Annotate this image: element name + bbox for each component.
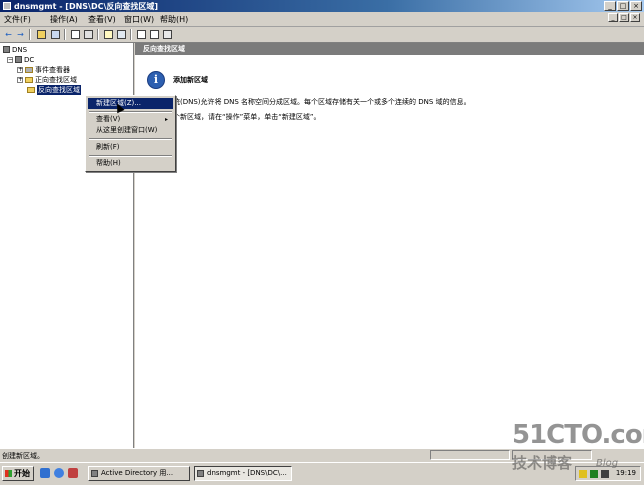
close-button[interactable]: ×: [630, 1, 642, 11]
tree-item-forward-zones[interactable]: + 正向查找区域: [17, 75, 77, 84]
ctx-new-window[interactable]: 从这里创建窗口(W): [88, 125, 173, 136]
refresh-icon[interactable]: [84, 30, 93, 39]
tree-item-dns[interactable]: DNS: [3, 45, 27, 54]
internet-explorer-icon[interactable]: [54, 468, 64, 478]
dns-icon: [197, 470, 204, 477]
expand-icon[interactable]: +: [17, 66, 23, 73]
task-dnsmgmt[interactable]: dnsmgmt - [DNS\DC\...: [194, 466, 292, 481]
window-controls: _ □ ×: [604, 1, 642, 11]
up-folder-icon[interactable]: [37, 30, 46, 39]
show-tree-icon[interactable]: [51, 30, 60, 39]
mdi-close-button[interactable]: ×: [630, 13, 640, 22]
ctx-view[interactable]: 查看(V) ▸: [88, 114, 173, 125]
tree-item-label: 正向查找区域: [35, 75, 77, 84]
tree-item-label: DC: [24, 55, 35, 64]
menu-separator: [89, 155, 172, 157]
task-label: dnsmgmt - [DNS\DC\...: [207, 469, 287, 477]
toolbar: ← →: [0, 27, 644, 43]
task-active-directory[interactable]: Active Directory 用...: [88, 466, 190, 481]
status-segment: [430, 450, 510, 460]
expand-icon[interactable]: +: [17, 76, 23, 83]
status-text: 创建新区域。: [2, 452, 44, 460]
server-icon: [15, 56, 22, 63]
event-viewer-icon: [25, 66, 33, 73]
network-icon[interactable]: [590, 470, 598, 478]
window-title: dnsmgmt - [DNS\DC\反向查找区域]: [14, 2, 159, 11]
context-menu: 新建区域(Z)... 查看(V) ▸ 从这里创建窗口(W) 刷新(F) 帮助(H…: [85, 95, 176, 172]
folder-icon: [27, 86, 35, 93]
help-icon[interactable]: [104, 30, 113, 39]
menu-window[interactable]: 窗口(W): [124, 14, 154, 25]
pane-header: 反向查找区域: [135, 43, 644, 55]
ctx-view-label: 查看(V): [96, 115, 121, 123]
quick-launch-icon[interactable]: [68, 468, 78, 478]
title-bar[interactable]: dnsmgmt - [DNS\DC\反向查找区域] _ □ ×: [0, 0, 644, 12]
collapse-icon[interactable]: −: [7, 56, 13, 63]
task-label: Active Directory 用...: [101, 469, 174, 477]
export-list-icon[interactable]: [117, 30, 126, 39]
forward-icon[interactable]: →: [15, 29, 26, 40]
server-icon[interactable]: [137, 30, 146, 39]
minimize-button[interactable]: _: [604, 1, 616, 11]
warning-icon[interactable]: [579, 470, 587, 478]
info-icon: i: [147, 71, 165, 89]
maximize-button[interactable]: □: [617, 1, 629, 11]
menu-separator: [89, 138, 172, 140]
mdi-controls: _ □ ×: [608, 13, 640, 22]
info-description: 统(DNS)允许将 DNS 名称空间分成区域。每个区域存储有关一个或多个连续的 …: [173, 98, 471, 106]
list-view-icon[interactable]: [150, 30, 159, 39]
menu-action[interactable]: 操作(A): [50, 14, 78, 25]
tree-item-dc[interactable]: − DC: [7, 55, 34, 64]
toolbar-separator: [130, 29, 132, 40]
watermark-label: 技术博客: [512, 454, 573, 472]
tree-item-label: 反向查找区域: [37, 84, 81, 95]
app-icon: [3, 2, 11, 10]
mdi-restore-button[interactable]: □: [619, 13, 629, 22]
watermark-blog: Blog: [596, 458, 619, 469]
info-instruction: 个新区域，请在“操作”菜单，单击“新建区域”。: [173, 113, 321, 121]
back-icon[interactable]: ←: [3, 29, 14, 40]
details-pane: 反向查找区域 i 添加新区域 统(DNS)允许将 DNS 名称空间分成区域。每个…: [135, 43, 644, 448]
tree-item-reverse-zones[interactable]: 反向查找区域: [27, 84, 81, 95]
toolbar-separator: [29, 29, 31, 40]
dns-icon: [3, 46, 10, 53]
ctx-help[interactable]: 帮助(H): [88, 158, 173, 169]
show-desktop-icon[interactable]: [40, 468, 50, 478]
tree-item-label: DNS: [12, 45, 28, 54]
menu-bar: 文件(F) 操作(A) 查看(V) 窗口(W) 帮助(H): [0, 12, 644, 27]
properties-icon[interactable]: [71, 30, 80, 39]
folder-icon: [25, 76, 33, 83]
mdi-minimize-button[interactable]: _: [608, 13, 618, 22]
submenu-arrow-icon: ▸: [164, 116, 168, 123]
start-label: 开始: [14, 469, 30, 478]
tree-item-label: 事件查看器: [35, 65, 70, 74]
start-button[interactable]: 开始: [2, 466, 34, 481]
ctx-new-zone[interactable]: 新建区域(Z)...: [88, 98, 173, 109]
tree-item-event-viewer[interactable]: + 事件查看器: [17, 65, 70, 74]
watermark-site: 51CTO.com: [512, 420, 644, 450]
active-directory-icon: [91, 470, 98, 477]
toolbar-separator: [97, 29, 99, 40]
info-title: 添加新区域: [173, 76, 208, 84]
ctx-refresh[interactable]: 刷新(F): [88, 142, 173, 153]
toolbar-separator: [64, 29, 66, 40]
menu-help[interactable]: 帮助(H): [160, 14, 188, 25]
menu-file[interactable]: 文件(F): [4, 14, 31, 25]
menu-view[interactable]: 查看(V): [88, 14, 116, 25]
menu-separator: [89, 111, 172, 113]
volume-icon[interactable]: [601, 470, 609, 478]
windows-logo-icon: [5, 470, 12, 477]
clock: 19:19: [615, 469, 636, 477]
filter-icon[interactable]: [163, 30, 172, 39]
